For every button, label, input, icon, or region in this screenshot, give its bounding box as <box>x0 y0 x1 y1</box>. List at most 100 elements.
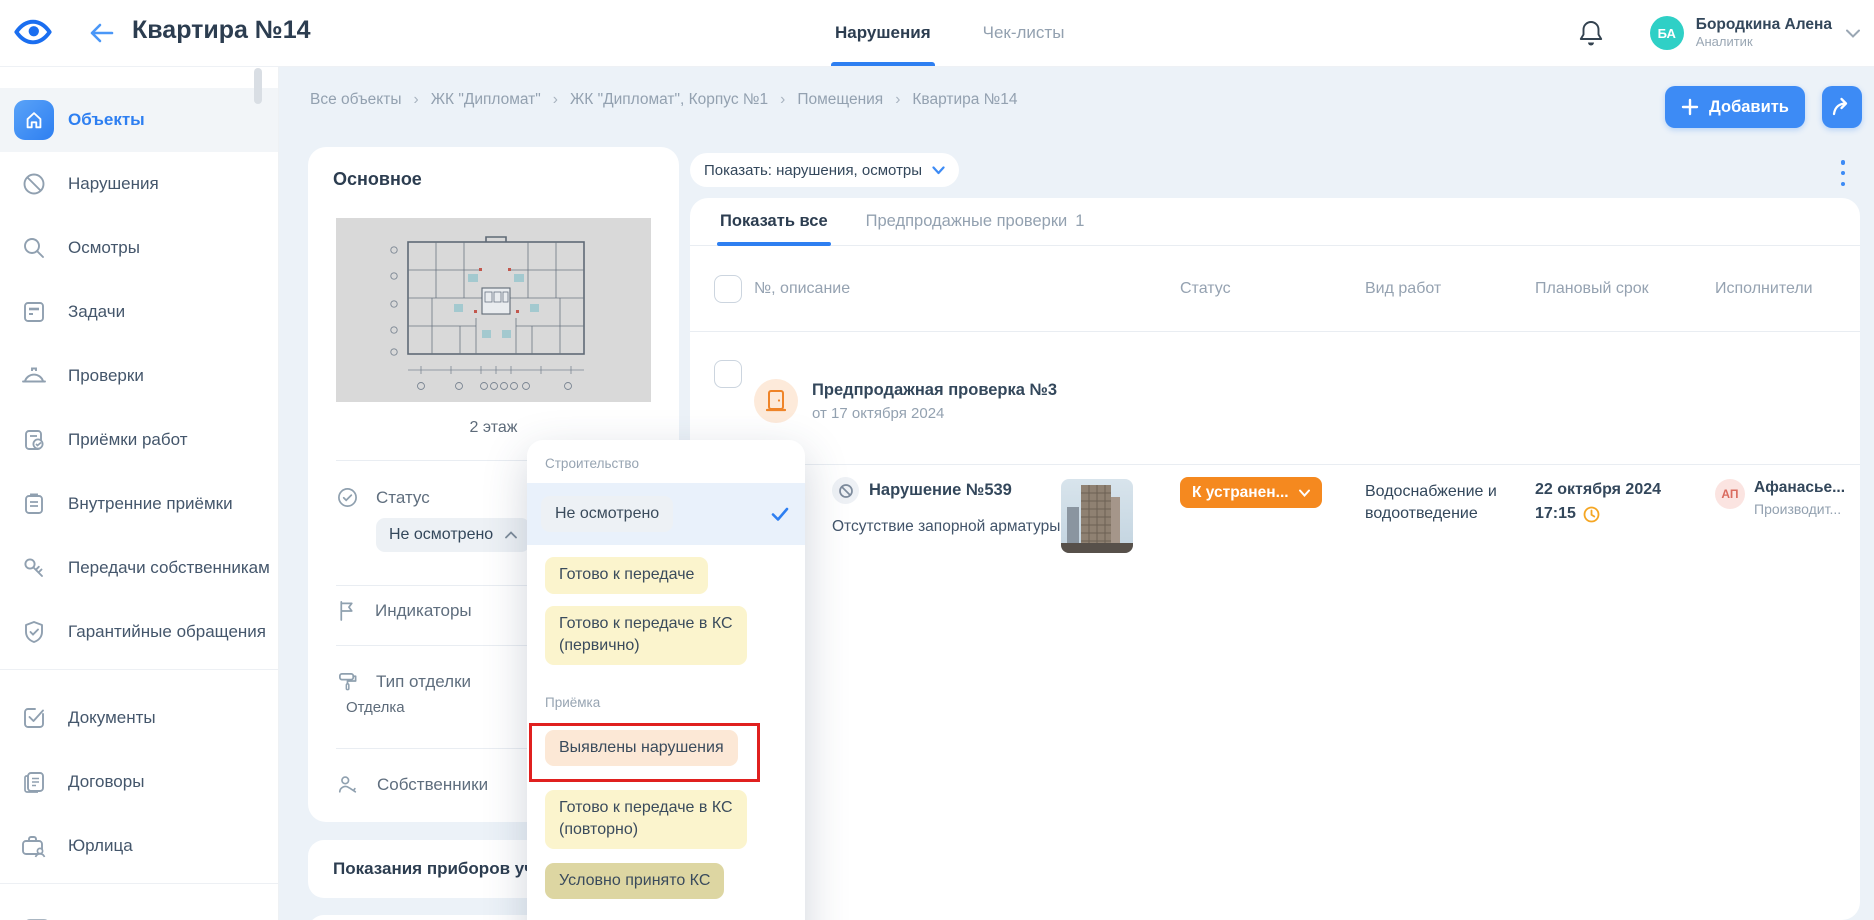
breadcrumb-separator: › <box>895 91 900 109</box>
dropdown-option-ready-transfer[interactable]: Готово к передаче <box>545 557 787 593</box>
breadcrumb-separator: › <box>414 91 419 109</box>
user-menu[interactable]: Бородкина Алена Аналитик <box>1696 16 1832 51</box>
paint-roller-icon <box>337 671 358 692</box>
records-tabs: Показать все Предпродажные проверки 1 <box>690 198 1860 246</box>
sidebar-item-tasks[interactable]: Задачи <box>0 280 278 344</box>
dropdown-option-ready-ks-repeat[interactable]: Готово к передаче в КС (повторно) <box>545 790 787 849</box>
breadcrumb-item[interactable]: Помещения <box>797 91 883 109</box>
dropdown-section-label: Приёмка <box>545 695 787 710</box>
sidebar-item-label: Нарушения <box>68 174 159 194</box>
header-right: БА Бородкина Алена Аналитик <box>1578 0 1860 66</box>
violation-status-button[interactable]: К устранен... <box>1180 477 1322 508</box>
status-field: Статус <box>337 487 430 508</box>
sidebar-item-contracts[interactable]: Договоры <box>0 750 278 814</box>
finish-type-field: Тип отделки <box>337 671 471 692</box>
sidebar-item-label: Приёмки работ <box>68 430 187 450</box>
owners-field: Собственники <box>337 774 488 795</box>
floor-plan-image[interactable] <box>336 218 651 402</box>
user-avatar[interactable]: БА <box>1650 16 1684 50</box>
dropdown-option-not-inspected[interactable]: Не осмотрено <box>527 483 805 545</box>
sidebar-item-documents[interactable]: Документы <box>0 686 278 750</box>
status-select[interactable]: Не осмотрено <box>376 518 530 552</box>
sidebar-item-legal-entities[interactable]: Юрлица <box>0 814 278 878</box>
inspection-title[interactable]: Предпродажная проверка №3 <box>812 381 1057 400</box>
table-row[interactable]: Предпродажная проверка №3 от 17 октября … <box>690 332 1860 465</box>
table-header-row: №, описание Статус Вид работ Плановый ср… <box>690 246 1860 332</box>
user-role: Аналитик <box>1696 35 1832 50</box>
table-row[interactable]: Нарушение №539 Отсутствие запорной армат… <box>690 465 1860 625</box>
sidebar-scrollbar[interactable] <box>254 68 262 104</box>
notifications-bell-icon[interactable] <box>1578 19 1604 47</box>
sidebar-item-internal-acceptance[interactable]: Внутренние приёмки <box>0 472 278 536</box>
sidebar-item-label: Договоры <box>68 772 144 792</box>
share-button[interactable] <box>1822 86 1862 128</box>
breadcrumb-item[interactable]: Все объекты <box>310 91 402 109</box>
sidebar-item-inspections[interactable]: Осмотры <box>0 216 278 280</box>
show-filter-select[interactable]: Показать: нарушения, осмотры <box>690 153 959 187</box>
status-dropdown: Строительство Не осмотрено Готово к пере… <box>527 440 805 920</box>
sidebar-item-work-acceptance[interactable]: Приёмки работ <box>0 408 278 472</box>
tab-presale-label: Предпродажные проверки <box>866 212 1068 231</box>
back-arrow-icon[interactable] <box>88 21 114 45</box>
prohibition-icon <box>14 164 54 204</box>
app-logo-eye-icon[interactable] <box>14 17 52 47</box>
building-icon <box>14 100 54 140</box>
sidebar-item-objects[interactable]: Объекты <box>0 88 278 152</box>
row-checkbox[interactable] <box>714 360 742 388</box>
breadcrumb: Все объекты › ЖК "Дипломат" › ЖК "Диплом… <box>310 86 1018 114</box>
chevron-down-icon <box>932 166 945 175</box>
overview-card-title: Основное <box>333 169 422 190</box>
tab-show-all[interactable]: Показать все <box>720 198 828 245</box>
user-chevron-down-icon[interactable] <box>1846 29 1860 38</box>
add-button[interactable]: Добавить <box>1665 86 1805 128</box>
tab-violations[interactable]: Нарушения <box>835 0 931 66</box>
add-button-label: Добавить <box>1709 98 1789 117</box>
plus-icon <box>1681 98 1699 116</box>
clock-icon <box>1583 506 1600 523</box>
column-header-deadline: Плановый срок <box>1535 280 1715 298</box>
sidebar-item-label: Осмотры <box>68 238 140 258</box>
sidebar: Объекты Нарушения Осмотры Задачи Проверк… <box>0 66 279 920</box>
share-arrow-icon <box>1831 97 1853 117</box>
clipboard-icon <box>14 484 54 524</box>
violation-deadline-date: 22 октября 2024 <box>1535 465 1715 499</box>
dropdown-option-conditionally-accepted[interactable]: Условно принято КС <box>545 863 787 899</box>
clipboard-check-icon <box>14 420 54 460</box>
top-header: Квартира №14 Нарушения Чек-листы БА Боро… <box>0 0 1874 67</box>
show-filter-label: Показать: нарушения, осмотры <box>704 162 922 179</box>
sidebar-item-label: Гарантийные обращения <box>68 622 266 642</box>
sidebar-item-violations[interactable]: Нарушения <box>0 152 278 216</box>
dropdown-option-ready-ks-primary[interactable]: Готово к передаче в КС (первично) <box>545 606 787 665</box>
select-all-checkbox[interactable] <box>714 275 742 303</box>
violation-title[interactable]: Нарушение №539 <box>869 481 1012 500</box>
inspection-date: от 17 октября 2024 <box>812 405 1057 422</box>
sidebar-item-label: Внутренние приёмки <box>68 494 233 514</box>
more-options-kebab[interactable] <box>1834 160 1852 186</box>
column-header-description: №, описание <box>754 280 1180 298</box>
flag-icon <box>337 600 357 621</box>
dropdown-section-label: Строительство <box>545 456 787 471</box>
sidebar-item-owner-transfers[interactable]: Передачи собственникам <box>0 536 278 600</box>
chevron-up-icon <box>505 531 517 539</box>
sidebar-item-checks[interactable]: Проверки <box>0 344 278 408</box>
shield-check-icon <box>14 612 54 652</box>
contract-icon <box>14 762 54 802</box>
sidebar-item-label: Проверки <box>68 366 144 386</box>
tab-show-all-label: Показать все <box>720 212 828 231</box>
breadcrumb-item[interactable]: ЖК "Дипломат", Корпус №1 <box>570 91 768 109</box>
tab-presale-checks[interactable]: Предпродажные проверки 1 <box>866 198 1085 245</box>
door-icon <box>754 379 798 423</box>
dropdown-option-label: Не осмотрено <box>541 496 673 532</box>
tab-checklists[interactable]: Чек-листы <box>983 0 1065 66</box>
violation-photo-thumbnail[interactable] <box>1061 479 1133 553</box>
doc-check-icon <box>14 698 54 738</box>
column-header-work-type: Вид работ <box>1365 280 1535 298</box>
tab-presale-count: 1 <box>1075 212 1084 231</box>
prohibition-icon <box>832 477 859 504</box>
dropdown-option-violations-found[interactable]: Выявлены нарушения <box>545 730 787 766</box>
breadcrumb-item[interactable]: ЖК "Дипломат" <box>431 91 541 109</box>
assignee-name: Афанасье... <box>1754 479 1845 497</box>
indicators-field: Индикаторы <box>337 600 472 621</box>
sidebar-item-warranty[interactable]: Гарантийные обращения <box>0 600 278 664</box>
briefcase-person-icon <box>14 826 54 866</box>
